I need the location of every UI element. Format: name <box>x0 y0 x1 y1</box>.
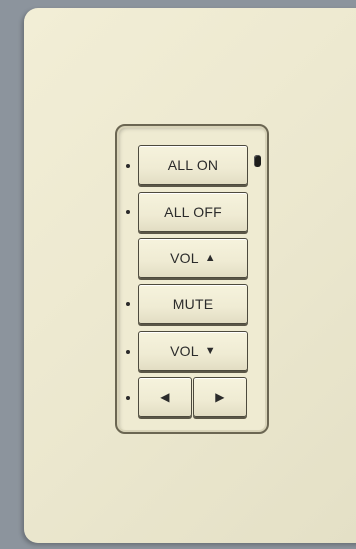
volume-down-button[interactable]: VOL ▼ <box>138 331 248 371</box>
indicator-dot <box>126 396 130 400</box>
all-off-button[interactable]: ALL OFF <box>138 192 248 232</box>
arrow-right-icon: ▶ <box>215 390 225 404</box>
button-label: MUTE <box>172 296 214 312</box>
arrow-left-icon: ◀ <box>160 390 170 404</box>
status-led-icon <box>254 155 261 167</box>
previous-button[interactable]: ◀ <box>138 377 192 417</box>
indicator-dot <box>126 164 130 168</box>
triangle-down-icon: ▼ <box>204 345 216 357</box>
indicator-dot <box>126 350 130 354</box>
indicator-dot <box>126 302 130 306</box>
volume-up-button[interactable]: VOL ▲ <box>138 238 248 278</box>
button-label: VOL <box>170 250 199 266</box>
button-label: ALL ON <box>167 157 219 173</box>
next-button[interactable]: ▶ <box>193 377 247 417</box>
mute-button[interactable]: MUTE <box>138 284 248 324</box>
all-on-button[interactable]: ALL ON <box>138 145 248 185</box>
triangle-up-icon: ▲ <box>204 252 216 264</box>
indicator-dot <box>126 210 130 214</box>
button-label: VOL <box>170 343 199 359</box>
button-label: ALL OFF <box>164 204 222 220</box>
